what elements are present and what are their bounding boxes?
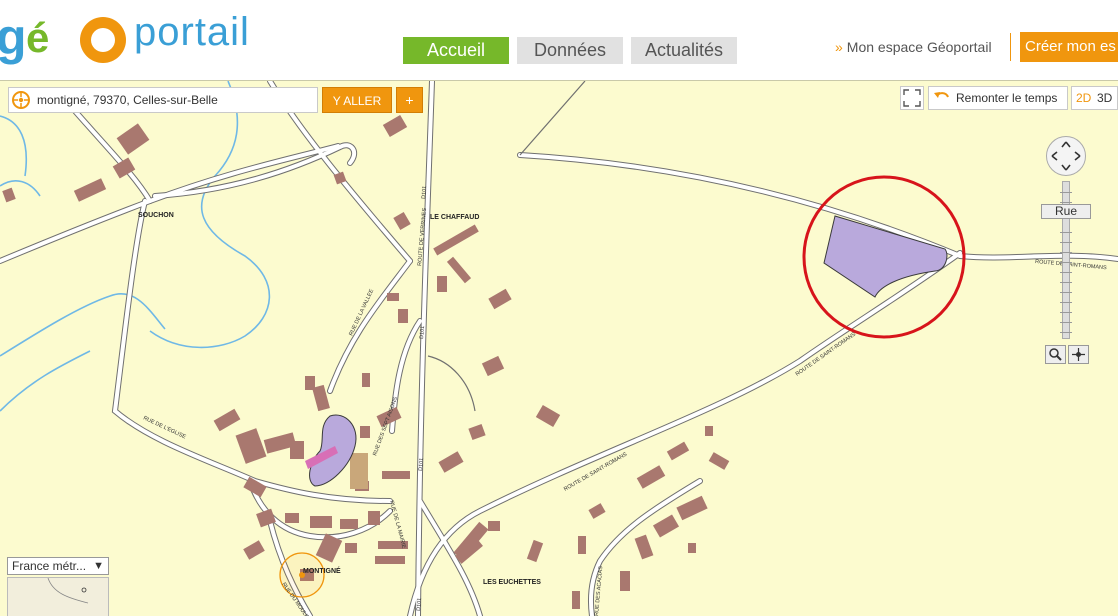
chevron-down-icon: ▼ <box>93 560 104 572</box>
road-fills <box>0 81 1118 616</box>
mon-espace-label: Mon espace Géoportail <box>846 39 992 55</box>
go-button[interactable]: Y ALLER <box>322 87 392 113</box>
pan-arrows-icon <box>1051 141 1081 171</box>
search-input[interactable] <box>37 90 312 110</box>
geoportail-logo[interactable]: g é portail <box>0 4 280 68</box>
road-edges <box>0 81 1118 616</box>
nav-actualites[interactable]: Actualités <box>631 37 737 64</box>
label-souchon: SOUCHON <box>138 212 174 219</box>
svg-text:g: g <box>0 9 27 65</box>
mode-3d-button[interactable]: 3D <box>1097 87 1112 109</box>
label-route-st-romans-mid: ROUTE DE SAINT-ROMANS <box>795 331 858 377</box>
label-d101-bottom: D101 <box>416 598 423 612</box>
mode-2d-button[interactable]: 2D <box>1076 87 1091 109</box>
label-d101-north: D101 <box>421 186 428 200</box>
fullscreen-button[interactable] <box>900 86 924 110</box>
time-travel-label: Remonter le temps <box>956 91 1058 105</box>
create-account-button[interactable]: Créer mon es <box>1020 32 1118 62</box>
view-mode-toggle[interactable]: 2D 3D <box>1071 86 1118 110</box>
magnifier-icon <box>1049 348 1062 361</box>
map-viewport[interactable]: SOUCHON LE CHAFFAUD MONTIGNÉ LES EUCHETT… <box>0 80 1118 616</box>
locate-icon[interactable] <box>11 90 31 110</box>
minimap-canvas <box>47 577 89 604</box>
crosshair-icon <box>1072 348 1085 361</box>
undo-arrow-icon <box>934 92 949 98</box>
projection-label: France métr... <box>12 559 87 573</box>
label-d101-center: D101 <box>419 326 426 340</box>
center-position-button[interactable] <box>1068 345 1089 364</box>
nav-donnees[interactable]: Données <box>517 37 623 64</box>
header-separator <box>1010 33 1011 61</box>
search-box <box>8 87 318 113</box>
zoom-box-button[interactable] <box>1045 345 1066 364</box>
logo-geo-mark: g é <box>0 9 126 65</box>
time-travel-button[interactable]: Remonter le temps <box>928 86 1068 110</box>
logo-wordmark: portail <box>134 10 250 54</box>
more-options-button[interactable]: + <box>396 87 423 113</box>
nav-accueil[interactable]: Accueil <box>403 37 509 64</box>
pan-control[interactable] <box>1046 136 1086 176</box>
fullscreen-icon <box>903 89 921 107</box>
projection-select[interactable]: France métr... ▼ <box>7 557 109 575</box>
mon-espace-link[interactable]: » Mon espace Géoportail <box>835 39 992 55</box>
label-montigne: MONTIGNÉ <box>303 566 341 575</box>
map-canvas: SOUCHON LE CHAFFAUD MONTIGNÉ LES EUCHETT… <box>0 81 1118 616</box>
label-les-euchettes: LES EUCHETTES <box>483 579 541 586</box>
label-d101-south: D101 <box>418 458 425 472</box>
chevron-right-icon: » <box>835 39 843 55</box>
overview-minimap[interactable] <box>7 577 109 616</box>
label-route-st-romans-east: ROUTE DE SAINT-ROMANS <box>1035 259 1107 271</box>
label-le-chaffaud: LE CHAFFAUD <box>430 214 479 221</box>
zoom-level-handle[interactable]: Rue <box>1041 204 1091 219</box>
svg-text:é: é <box>26 14 49 61</box>
header: g é portail Accueil Données Actualités »… <box>0 0 1118 80</box>
